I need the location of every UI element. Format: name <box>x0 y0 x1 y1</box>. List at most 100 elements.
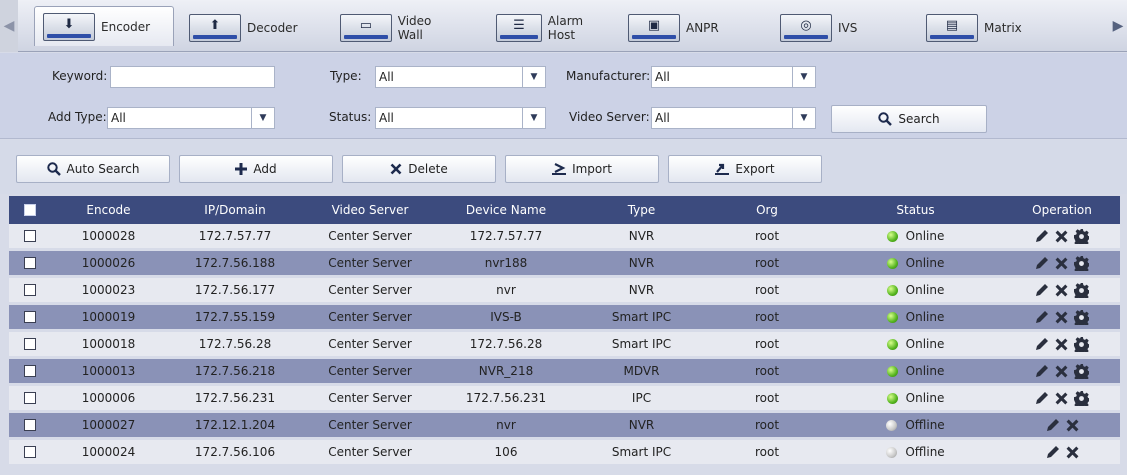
gear-icon[interactable] <box>1074 336 1089 352</box>
tab-label: Decoder <box>247 20 298 35</box>
cell-encode: 1000023 <box>81 283 136 297</box>
type-select[interactable]: All ▼ <box>375 66 546 88</box>
select-all-checkbox[interactable] <box>24 204 36 216</box>
row-checkbox[interactable] <box>24 338 36 350</box>
delete-x-icon[interactable] <box>1055 392 1068 405</box>
table-row[interactable]: 1000013 172.7.56.218 Center Server NVR_218 M… <box>9 359 1120 383</box>
row-checkbox[interactable] <box>24 365 36 377</box>
header-video-server[interactable]: Video Server <box>304 203 436 217</box>
delete-label: Delete <box>408 162 448 176</box>
edit-pencil-icon[interactable] <box>1035 391 1049 405</box>
delete-x-icon[interactable] <box>1055 365 1068 378</box>
delete-x-icon[interactable] <box>1055 311 1068 324</box>
table-row[interactable]: 1000028 172.7.57.77 Center Server 172.7.57.… <box>9 224 1120 248</box>
row-checkbox[interactable] <box>24 230 36 242</box>
tab-anpr[interactable]: ▣ ANPR <box>620 11 738 44</box>
row-checkbox[interactable] <box>24 257 36 269</box>
row-checkbox-cell <box>9 446 51 458</box>
cell-operation <box>1004 282 1120 298</box>
gear-icon[interactable] <box>1074 390 1089 406</box>
delete-x-icon[interactable] <box>1055 338 1068 351</box>
header-encode[interactable]: Encode <box>51 203 166 217</box>
table-row[interactable]: 1000023 172.7.56.177 Center Server nvr NVR ro… <box>9 278 1120 302</box>
keyword-input[interactable] <box>110 66 275 88</box>
status-dot-icon <box>886 257 898 269</box>
row-checkbox[interactable] <box>24 446 36 458</box>
status-text: Online <box>905 391 945 405</box>
gear-icon[interactable] <box>1074 255 1089 271</box>
cell-org: root <box>754 229 780 243</box>
manufacturer-select-value: All <box>655 70 670 84</box>
add-type-select[interactable]: All ▼ <box>107 107 275 129</box>
tab-ivs[interactable]: ◎ IVS <box>772 11 882 44</box>
row-checkbox[interactable] <box>24 419 36 431</box>
edit-pencil-icon[interactable] <box>1035 310 1049 324</box>
cell-video-server: Center Server <box>328 445 412 459</box>
anpr-icon: ▣ <box>628 13 680 42</box>
edit-pencil-icon[interactable] <box>1035 283 1049 297</box>
edit-pencil-icon[interactable] <box>1046 445 1060 459</box>
header-device-name[interactable]: Device Name <box>436 203 576 217</box>
tab-decoder[interactable]: ⬆ Decoder <box>181 11 303 44</box>
search-button[interactable]: Search <box>831 105 987 133</box>
table-row[interactable]: 1000019 172.7.55.159 Center Server IVS-B Sma… <box>9 305 1120 329</box>
import-button[interactable]: Import <box>505 155 659 183</box>
edit-pencil-icon[interactable] <box>1035 229 1049 243</box>
row-checkbox[interactable] <box>24 284 36 296</box>
tab-alarm-host[interactable]: ☰ Alarm Host <box>488 11 606 44</box>
status-dot-icon <box>886 419 898 431</box>
delete-x-icon[interactable] <box>1066 419 1079 432</box>
status-text: Offline <box>905 445 945 459</box>
scroll-right-arrow-icon[interactable]: ▶ <box>1109 0 1127 52</box>
delete-x-icon[interactable] <box>1055 284 1068 297</box>
edit-pencil-icon[interactable] <box>1046 418 1060 432</box>
row-checkbox-cell <box>9 257 51 269</box>
tab-video-wall[interactable]: ▭ Video Wall <box>332 11 460 44</box>
table-row[interactable]: 1000018 172.7.56.28 Center Server 172.7.56.… <box>9 332 1120 356</box>
add-type-select-value: All <box>111 111 126 125</box>
status-select[interactable]: All ▼ <box>375 107 546 129</box>
header-type[interactable]: Type <box>576 203 707 217</box>
edit-pencil-icon[interactable] <box>1035 364 1049 378</box>
cell-status: Online <box>827 310 1004 324</box>
gear-icon[interactable] <box>1074 363 1089 379</box>
tab-encoder[interactable]: ⬇ Encoder <box>34 6 174 46</box>
edit-pencil-icon[interactable] <box>1035 256 1049 270</box>
cell-encode: 1000027 <box>81 418 136 432</box>
gear-icon[interactable] <box>1074 282 1089 298</box>
delete-x-icon[interactable] <box>1055 257 1068 270</box>
cell-video-server: Center Server <box>328 256 412 270</box>
chevron-down-icon: ▼ <box>251 108 274 128</box>
video-server-select[interactable]: All ▼ <box>651 107 816 129</box>
delete-x-icon[interactable] <box>1066 446 1079 459</box>
row-checkbox-cell <box>9 365 51 377</box>
cell-encode: 1000026 <box>81 256 136 270</box>
delete-button[interactable]: Delete <box>342 155 496 183</box>
export-button[interactable]: Export <box>668 155 822 183</box>
scroll-left-arrow-icon[interactable]: ◀ <box>0 0 18 52</box>
manufacturer-label: Manufacturer: <box>566 69 651 83</box>
table-row[interactable]: 1000006 172.7.56.231 Center Server 172.7.56… <box>9 386 1120 410</box>
manufacturer-select[interactable]: All ▼ <box>651 66 816 88</box>
delete-x-icon[interactable] <box>1055 230 1068 243</box>
table-row[interactable]: 1000027 172.12.1.204 Center Server nvr NVR ro… <box>9 413 1120 437</box>
edit-pencil-icon[interactable] <box>1035 337 1049 351</box>
header-ip-domain[interactable]: IP/Domain <box>166 203 304 217</box>
cell-device-name: 106 <box>494 445 518 459</box>
row-checkbox-cell <box>9 419 51 431</box>
gear-icon[interactable] <box>1074 309 1089 325</box>
auto-search-button[interactable]: Auto Search <box>16 155 170 183</box>
cell-video-server: Center Server <box>328 391 412 405</box>
status-dot-icon <box>886 338 898 350</box>
add-button[interactable]: Add <box>179 155 333 183</box>
status-text: Online <box>905 337 945 351</box>
status-dot-icon <box>886 311 898 323</box>
tab-matrix[interactable]: ▤ Matrix <box>918 11 1034 44</box>
row-checkbox[interactable] <box>24 311 36 323</box>
table-row[interactable]: 1000026 172.7.56.188 Center Server nvr188 NV… <box>9 251 1120 275</box>
row-checkbox[interactable] <box>24 392 36 404</box>
header-status[interactable]: Status <box>827 203 1004 217</box>
gear-icon[interactable] <box>1074 228 1089 244</box>
table-row[interactable]: 1000024 172.7.56.106 Center Server 106 Smart… <box>9 440 1120 464</box>
header-org[interactable]: Org <box>707 203 827 217</box>
